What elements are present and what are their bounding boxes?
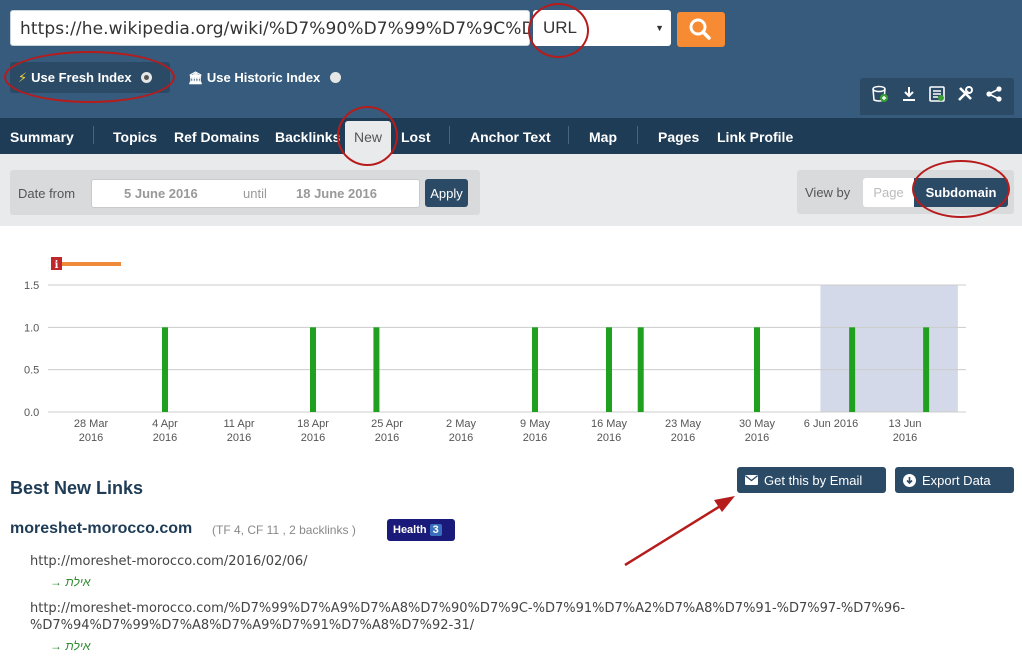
- page: https://he.wikipedia.org/wiki/%D7%90%D7%…: [0, 0, 1022, 662]
- annotation-arrow: [624, 496, 735, 567]
